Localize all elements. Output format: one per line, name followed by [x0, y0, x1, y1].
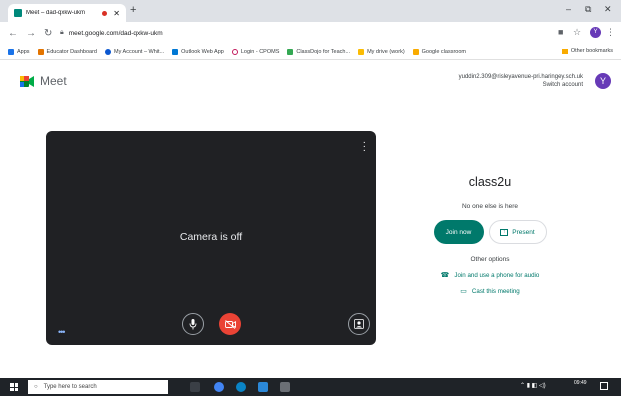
reload-icon[interactable]: ↻ — [44, 28, 52, 39]
taskbar-search-input[interactable]: ○ Type here to search — [28, 380, 168, 394]
camera-off-icon — [224, 319, 236, 329]
address-bar[interactable]: 🔒︎ meet.google.com/dad-qxkw-ukm — [60, 25, 550, 41]
join-panel: class2u No one else is here Join now ↑ P… — [400, 175, 580, 295]
url-text: meet.google.com/dad-qxkw-ukm — [68, 29, 163, 37]
bookmark-cpoms[interactable]: Login - CPOMS — [231, 48, 279, 55]
browser-toolbar: ← → ↻ 🔒︎ meet.google.com/dad-qxkw-ukm — [0, 22, 621, 44]
windows-taskbar: ○ Type here to search ⌃ ▮ ◧ ◁) 09:49 — [0, 378, 621, 396]
present-button[interactable]: ↑ Present — [488, 220, 547, 244]
camera-indicator-icon[interactable]: ■ — [558, 27, 563, 37]
bookmark-outlook[interactable]: Outlook Web App — [172, 48, 224, 55]
audio-level-icon: ••• — [58, 327, 66, 337]
phone-audio-link[interactable]: ☎ Join and use a phone for audio — [400, 271, 580, 280]
meet-logo[interactable]: Meet — [20, 74, 67, 88]
video-preview: · · · Camera is off ••• — [46, 131, 376, 345]
bookmark-classdojo[interactable]: ClassDojo for Teach... — [287, 48, 350, 55]
bookmark-my-drive[interactable]: My drive (work) — [358, 48, 405, 55]
minimize-button[interactable]: – — [566, 4, 571, 14]
edge-icon[interactable] — [236, 382, 246, 392]
classdojo-icon — [287, 48, 294, 55]
new-tab-button[interactable]: + — [130, 4, 136, 16]
tab-title: Meet – dad-qxkw-ukm — [26, 10, 86, 16]
camera-toggle-button[interactable] — [219, 313, 241, 335]
bookmark-educator-dashboard[interactable]: Educator Dashboard — [37, 48, 97, 55]
meeting-name: class2u — [468, 175, 512, 189]
outlook-icon — [172, 48, 179, 55]
cast-meeting-link[interactable]: ▭ Cast this meeting — [400, 287, 580, 296]
chrome-icon[interactable] — [214, 382, 224, 392]
other-options-label: Other options — [470, 256, 510, 263]
join-now-button[interactable]: Join now — [433, 220, 484, 244]
bookmark-my-account[interactable]: My Account – Whit... — [105, 48, 164, 55]
lock-icon: 🔒︎ — [60, 29, 64, 36]
search-icon: ○ — [34, 384, 38, 390]
other-bookmarks[interactable]: Other bookmarks — [561, 48, 613, 54]
notifications-icon[interactable] — [600, 382, 608, 390]
bookmarks-bar: Apps Educator Dashboard My Account – Whi… — [0, 44, 621, 60]
camera-off-label: Camera is off — [179, 231, 243, 243]
bookmark-apps[interactable]: Apps — [8, 48, 30, 55]
meet-camera-icon — [20, 75, 34, 87]
recording-dot-icon — [102, 10, 108, 16]
visual-effects-button[interactable] — [348, 313, 370, 335]
task-view-icon[interactable] — [190, 382, 200, 392]
classroom-icon — [412, 48, 419, 55]
back-icon[interactable]: ← — [8, 28, 18, 39]
system-tray-icons[interactable]: ⌃ ▮ ◧ ◁) — [520, 382, 546, 389]
close-window-button[interactable]: ✕ — [604, 4, 612, 15]
close-tab-icon[interactable]: ✕ — [113, 9, 120, 18]
educator-icon — [37, 48, 44, 55]
forward-icon[interactable]: → — [26, 28, 36, 39]
more-options-icon[interactable]: · · · — [363, 138, 366, 156]
visual-effects-icon — [354, 319, 364, 329]
phone-icon: ☎ — [440, 272, 450, 279]
cast-icon: ▭ — [460, 288, 467, 295]
restore-button[interactable]: ⧉ — [585, 4, 591, 15]
cpoms-icon — [231, 48, 238, 55]
present-icon: ↑ — [500, 228, 509, 236]
drive-icon — [358, 48, 365, 55]
folder-icon — [561, 48, 568, 54]
outlook-taskbar-icon[interactable] — [258, 382, 268, 392]
browser-tab[interactable]: Meet – dad-qxkw-ukm ✕ — [8, 4, 126, 22]
paint-icon[interactable] — [280, 382, 290, 392]
account-icon — [105, 48, 111, 55]
browser-tab-strip: Meet – dad-qxkw-ukm ✕ + – ⧉ ✕ — [0, 0, 621, 22]
avatar[interactable]: Y — [595, 73, 611, 89]
switch-account-link[interactable]: Switch account — [459, 81, 583, 89]
clock[interactable]: 09:49 — [574, 380, 587, 387]
menu-icon[interactable]: ⋮ — [606, 27, 615, 38]
star-icon[interactable]: ☆ — [573, 27, 581, 38]
account-info: yuddin2.309@risleyavenue-pri.haringey.sc… — [459, 73, 583, 89]
windows-start-icon[interactable] — [10, 383, 18, 391]
meet-favicon-icon — [14, 9, 22, 17]
bookmark-google-classroom[interactable]: Google classroom — [412, 48, 466, 55]
microphone-icon — [189, 318, 197, 329]
profile-button[interactable]: Y — [590, 27, 601, 38]
microphone-button[interactable] — [182, 313, 204, 335]
account-email: yuddin2.309@risleyavenue-pri.haringey.sc… — [458, 74, 583, 80]
apps-icon — [8, 48, 14, 55]
meet-brand: Meet — [40, 74, 67, 88]
participants-status: No one else is here — [461, 203, 518, 210]
